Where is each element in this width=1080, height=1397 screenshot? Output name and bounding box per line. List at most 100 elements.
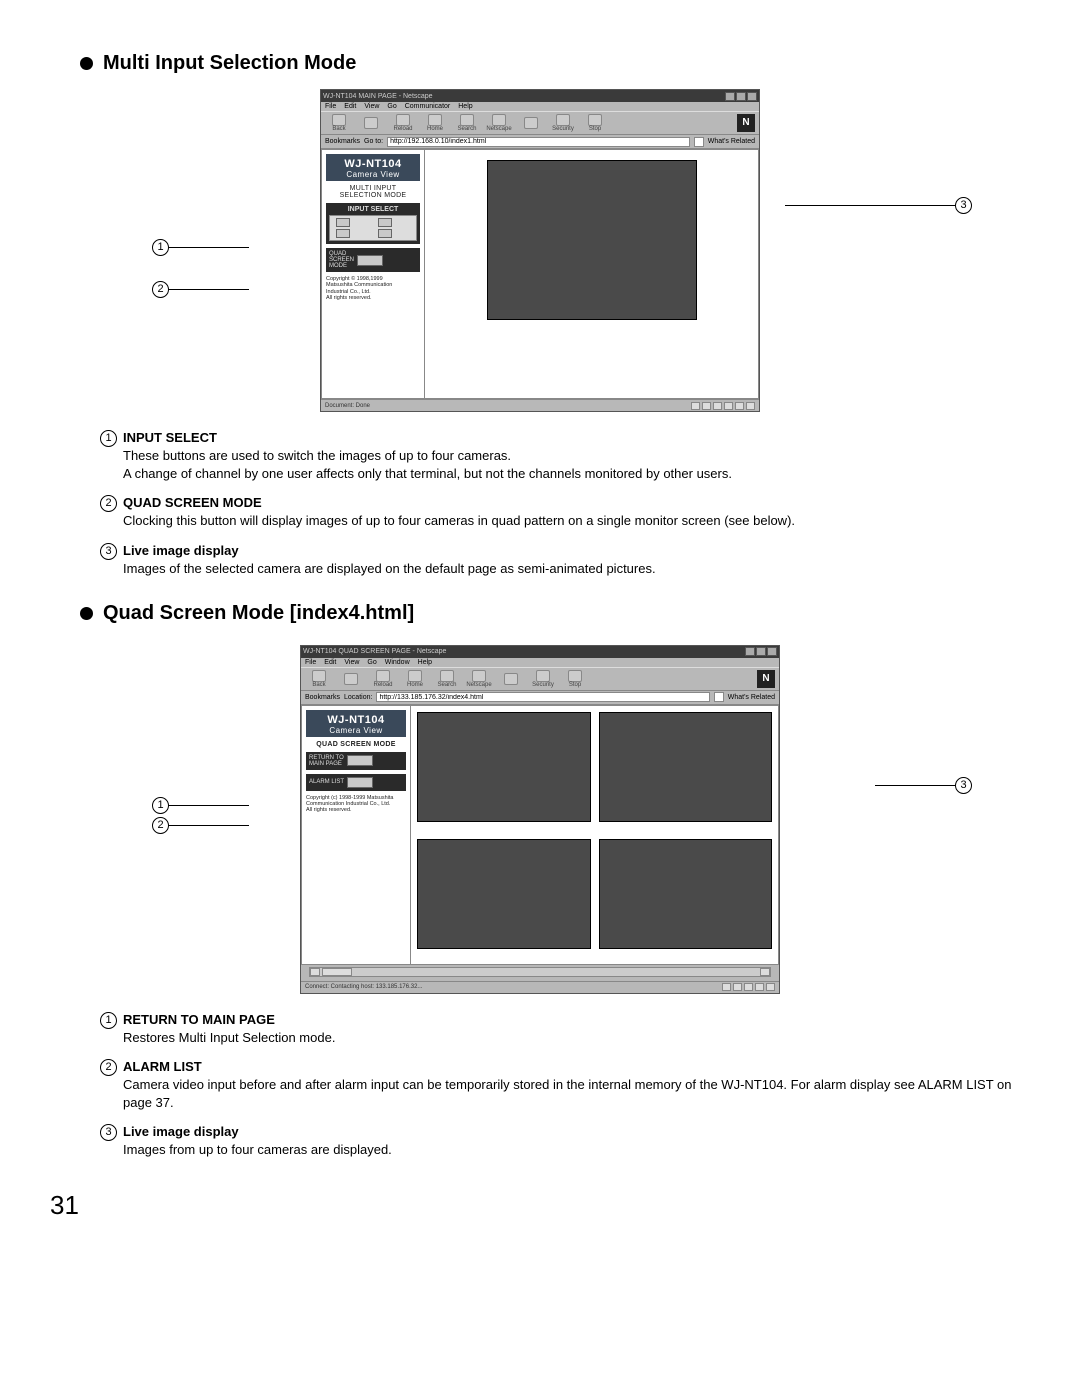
menu-edit[interactable]: Edit xyxy=(324,659,336,666)
sidebar: WJ-NT104 Camera View MULTI INPUT SELECTI… xyxy=(321,149,425,399)
quad-mode-button[interactable] xyxy=(357,255,383,266)
toolbar-stop[interactable]: Stop xyxy=(561,670,589,688)
address-input[interactable] xyxy=(387,137,690,147)
desc-title: Live image display xyxy=(123,543,239,558)
window-title: WJ-NT104 MAIN PAGE - Netscape xyxy=(323,93,433,100)
toolbar-reload[interactable]: Reload xyxy=(369,670,397,688)
live-image xyxy=(487,160,697,320)
desc-item: 3 Live image display Images from up to f… xyxy=(100,1124,1030,1159)
menubar[interactable]: File Edit View Go Window Help xyxy=(301,658,779,667)
callout-number: 2 xyxy=(100,1059,117,1076)
section-heading-multi-input: Multi Input Selection Mode xyxy=(80,52,1030,75)
toolbar-netscape[interactable]: Netscape xyxy=(485,114,513,132)
callout-number: 1 xyxy=(100,430,117,447)
toolbar-security[interactable]: Security xyxy=(529,670,557,688)
menu-communicator[interactable]: Communicator xyxy=(405,103,451,110)
menu-help[interactable]: Help xyxy=(458,103,472,110)
desc-block-2: 1 RETURN TO MAIN PAGE Restores Multi Inp… xyxy=(100,1012,1030,1160)
toolbar-back[interactable]: Back xyxy=(305,670,333,688)
address-bar: Bookmarks Location: What's Related xyxy=(301,691,779,705)
menu-edit[interactable]: Edit xyxy=(344,103,356,110)
toolbar-home[interactable]: Home xyxy=(421,114,449,132)
toolbar-reload[interactable]: Reload xyxy=(389,114,417,132)
callout-number: 1 xyxy=(100,1012,117,1029)
menu-go[interactable]: Go xyxy=(387,103,396,110)
titlebar: WJ-NT104 QUAD SCREEN PAGE - Netscape xyxy=(301,646,779,658)
scroll-thumb[interactable] xyxy=(322,968,352,976)
goto-label: Go to: xyxy=(364,138,383,145)
toolbar-forward[interactable] xyxy=(337,673,365,685)
desc-title: INPUT SELECT xyxy=(123,430,217,445)
status-text: Document: Done xyxy=(325,403,370,409)
page-content: WJ-NT104 Camera View QUAD SCREEN MODE RE… xyxy=(301,705,779,965)
bookmarks-label[interactable]: Bookmarks xyxy=(325,138,360,145)
dropdown-icon[interactable] xyxy=(694,137,704,147)
main-area xyxy=(411,705,779,965)
callout-line xyxy=(169,825,249,826)
main-area xyxy=(425,149,759,399)
callout-2: 2 xyxy=(152,817,249,834)
whats-related[interactable]: What's Related xyxy=(708,138,755,145)
input-4-button[interactable] xyxy=(378,229,392,238)
input-select-grid: 1 2 3 4 xyxy=(329,215,417,241)
scroll-right-icon[interactable] xyxy=(760,968,770,976)
menu-file[interactable]: File xyxy=(325,103,336,110)
toolbar-back[interactable]: Back xyxy=(325,114,353,132)
horizontal-scrollbar[interactable] xyxy=(309,967,771,977)
input-3-button[interactable] xyxy=(336,229,350,238)
page-number: 31 xyxy=(50,1190,1030,1221)
toolbar-search[interactable]: Search xyxy=(453,114,481,132)
toolbar-print[interactable] xyxy=(517,117,545,129)
bullet-icon xyxy=(80,607,93,620)
desc-text: Images from up to four cameras are displ… xyxy=(123,1141,1030,1159)
statusbar: Document: Done xyxy=(321,399,759,411)
live-image-3 xyxy=(417,839,591,949)
callout-number: 2 xyxy=(152,281,169,298)
callout-number: 3 xyxy=(955,197,972,214)
toolbar-forward[interactable] xyxy=(357,117,385,129)
input-select-panel: INPUT SELECT 1 2 3 4 xyxy=(326,203,420,244)
bookmarks-label[interactable]: Bookmarks xyxy=(305,694,340,701)
callout-number: 3 xyxy=(100,1124,117,1141)
menu-window[interactable]: Window xyxy=(385,659,410,666)
desc-text: Restores Multi Input Selection mode. xyxy=(123,1029,1030,1047)
toolbar-netscape[interactable]: Netscape xyxy=(465,670,493,688)
return-row: RETURN TO MAIN PAGE xyxy=(306,752,406,770)
callout-1: 1 xyxy=(152,239,249,256)
quad-mode-row: QUAD SCREEN MODE xyxy=(326,248,420,272)
callout-3: 3 xyxy=(875,777,972,794)
alarm-row: ALARM LIST xyxy=(306,774,406,791)
callout-number: 3 xyxy=(955,777,972,794)
menubar[interactable]: File Edit View Go Communicator Help xyxy=(321,102,759,111)
menu-view[interactable]: View xyxy=(344,659,359,666)
callout-2: 2 xyxy=(152,281,249,298)
toolbar: Back Reload Home Search Netscape Securit… xyxy=(321,111,759,135)
input-2-button[interactable] xyxy=(378,218,392,227)
callout-line xyxy=(169,289,249,290)
toolbar-home[interactable]: Home xyxy=(401,670,429,688)
toolbar-security[interactable]: Security xyxy=(549,114,577,132)
scroll-left-icon[interactable] xyxy=(310,968,320,976)
dropdown-icon[interactable] xyxy=(714,692,724,702)
toolbar-stop[interactable]: Stop xyxy=(581,114,609,132)
input-1-button[interactable] xyxy=(336,218,350,227)
window-buttons[interactable] xyxy=(745,647,777,656)
statusbar: Connect: Contacting host: 133.185.176.32… xyxy=(301,981,779,993)
menu-help[interactable]: Help xyxy=(418,659,432,666)
return-main-button[interactable] xyxy=(347,755,373,766)
alarm-list-button[interactable] xyxy=(347,777,373,788)
whats-related[interactable]: What's Related xyxy=(728,694,775,701)
callout-number: 2 xyxy=(152,817,169,834)
desc-item: 1 INPUT SELECT These buttons are used to… xyxy=(100,430,1030,483)
toolbar-print[interactable] xyxy=(497,673,525,685)
address-bar: Bookmarks Go to: What's Related xyxy=(321,135,759,149)
live-image-2 xyxy=(599,712,773,822)
menu-go[interactable]: Go xyxy=(367,659,376,666)
address-input[interactable] xyxy=(376,692,709,702)
window-buttons[interactable] xyxy=(725,92,757,101)
menu-view[interactable]: View xyxy=(364,103,379,110)
toolbar-search[interactable]: Search xyxy=(433,670,461,688)
menu-file[interactable]: File xyxy=(305,659,316,666)
desc-title: ALARM LIST xyxy=(123,1059,202,1074)
desc-text: Camera video input before and after alar… xyxy=(123,1076,1030,1112)
